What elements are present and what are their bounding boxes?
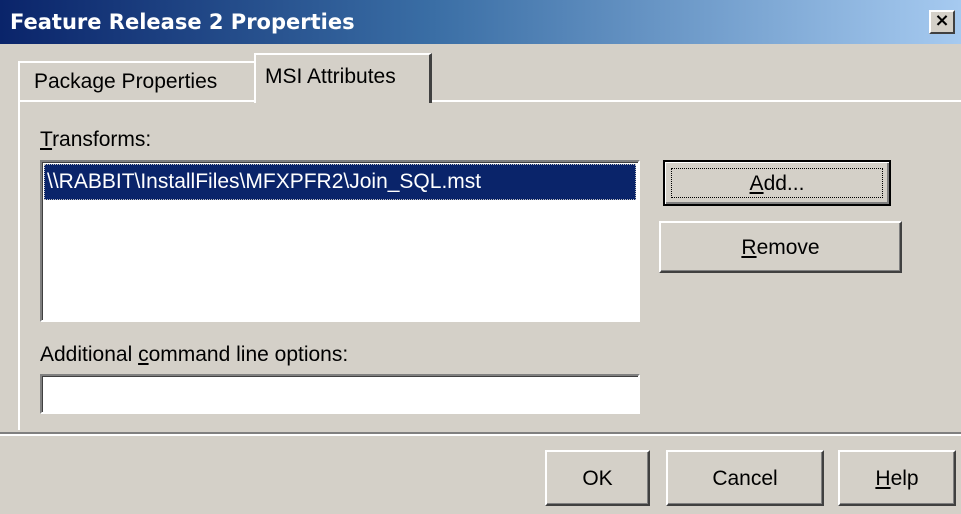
transforms-listbox[interactable]: \\RABBIT\InstallFiles\MFXPFR2\Join_SQL.m… <box>40 160 640 322</box>
dialog-separator <box>0 432 961 436</box>
command-line-options-input[interactable] <box>40 374 640 414</box>
tab-msi-attributes[interactable]: MSI Attributes <box>254 53 432 103</box>
cancel-button-label: Cancel <box>712 467 778 490</box>
remove-button-label: Remove <box>661 236 900 260</box>
ok-button-label: OK <box>582 467 613 490</box>
tab-label: MSI Attributes <box>265 65 396 88</box>
tab-label: Package Properties <box>34 70 218 93</box>
properties-dialog: Feature Release 2 Properties × Package P… <box>0 0 961 514</box>
close-button[interactable]: × <box>929 10 955 34</box>
ok-button[interactable]: OK <box>545 450 650 506</box>
command-line-label: Additional command line options: <box>40 342 348 368</box>
tab-package-properties[interactable]: Package Properties <box>18 61 258 101</box>
help-button[interactable]: Help <box>838 450 956 506</box>
title-bar[interactable]: Feature Release 2 Properties × <box>0 0 961 44</box>
add-button-mnemonic: A <box>749 172 764 195</box>
remove-button-mnemonic: R <box>741 236 757 259</box>
add-button[interactable]: Add... <box>663 160 891 206</box>
remove-button[interactable]: Remove <box>659 221 902 273</box>
command-line-label-mnemonic: c <box>138 343 149 366</box>
transforms-label-rest: ransforms: <box>52 128 152 151</box>
close-icon: × <box>934 10 950 31</box>
command-line-label-prefix: Additional <box>40 343 139 366</box>
command-line-label-rest: ommand line options: <box>148 343 349 366</box>
transforms-label: Transforms: <box>40 127 151 153</box>
help-button-label-rest: elp <box>890 467 919 490</box>
window-title: Feature Release 2 Properties <box>10 10 355 34</box>
list-item[interactable]: \\RABBIT\InstallFiles\MFXPFR2\Join_SQL.m… <box>44 164 636 200</box>
help-button-mnemonic: H <box>875 467 891 490</box>
remove-button-label-rest: emove <box>756 236 820 259</box>
add-button-label-rest: dd... <box>763 172 805 195</box>
cancel-button[interactable]: Cancel <box>666 450 824 506</box>
help-button-label: Help <box>840 467 954 491</box>
add-button-label: Add... <box>665 172 889 196</box>
transforms-label-mnemonic: T <box>40 128 53 151</box>
